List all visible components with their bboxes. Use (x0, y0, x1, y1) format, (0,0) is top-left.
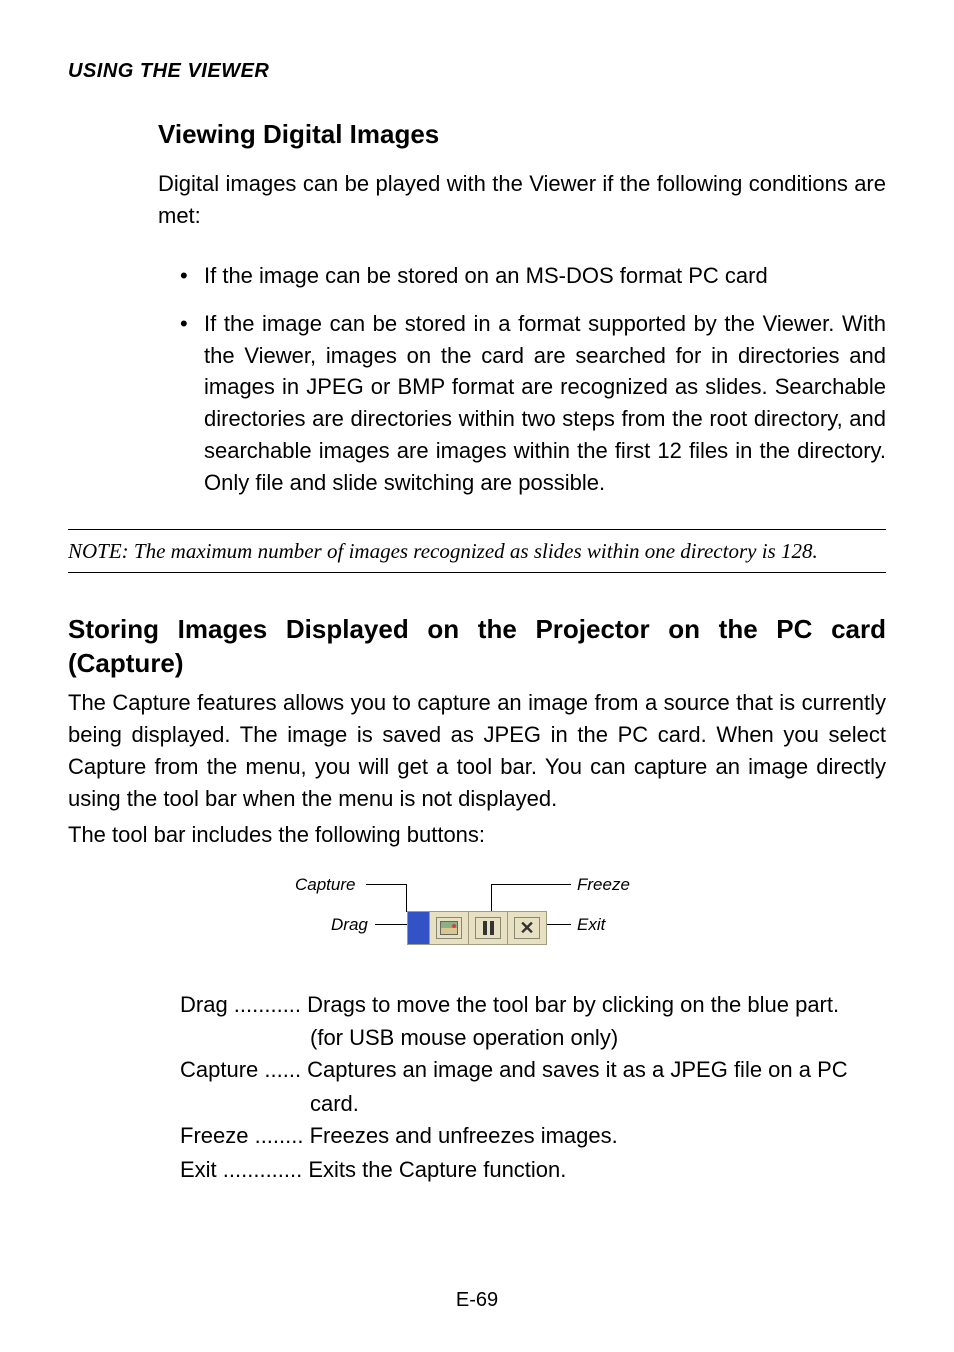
leader-line (375, 924, 407, 925)
list-item: If the image can be stored in a format s… (180, 308, 886, 499)
def-exit: Exit ............. Exits the Capture fun… (180, 1154, 886, 1186)
leader-line (366, 884, 406, 885)
def-freeze: Freeze ........ Freezes and unfreezes im… (180, 1120, 886, 1152)
def-capture: Capture ...... Captures an image and sav… (180, 1054, 886, 1086)
def-desc: Exits the Capture function. (308, 1154, 886, 1186)
label-exit: Exit (577, 915, 605, 935)
def-label: Exit ............. (180, 1154, 308, 1186)
def-desc-cont: (for USB mouse operation only) (310, 1022, 886, 1054)
def-desc: Captures an image and saves it as a JPEG… (307, 1054, 886, 1086)
toolbar-diagram: Capture Drag Freeze Exit ✕ (277, 871, 677, 961)
label-capture: Capture (295, 875, 355, 895)
capture-button[interactable] (430, 912, 469, 944)
leader-line (547, 924, 571, 925)
capture-icon (440, 921, 458, 935)
heading-viewing-digital-images: Viewing Digital Images (158, 119, 886, 150)
freeze-button[interactable] (469, 912, 508, 944)
toolbar-intro: The tool bar includes the following butt… (68, 819, 886, 851)
def-label: Freeze ........ (180, 1120, 310, 1152)
def-drag: Drag ........... Drags to move the tool … (180, 989, 886, 1021)
label-drag: Drag (331, 915, 368, 935)
def-desc: Freezes and unfreezes images. (310, 1120, 886, 1152)
page-number: E-69 (0, 1289, 954, 1312)
conditions-list: If the image can be stored on an MS-DOS … (180, 260, 886, 499)
def-desc: Drags to move the tool bar by clicking o… (307, 989, 886, 1021)
close-icon: ✕ (519, 919, 534, 937)
leader-line (491, 884, 492, 911)
capture-toolbar: ✕ (407, 911, 547, 945)
def-desc-cont: card. (310, 1088, 886, 1120)
leader-line (491, 884, 571, 885)
drag-handle[interactable] (408, 912, 430, 944)
list-item: If the image can be stored on an MS-DOS … (180, 260, 886, 292)
def-label: Drag ........... (180, 989, 307, 1021)
pause-icon (483, 921, 494, 935)
note-box: NOTE: The maximum number of images recog… (68, 529, 886, 573)
exit-button[interactable]: ✕ (508, 912, 546, 944)
definition-list: Drag ........... Drags to move the tool … (180, 989, 886, 1186)
capture-paragraph: The Capture features allows you to captu… (68, 687, 886, 815)
label-freeze: Freeze (577, 875, 630, 895)
heading-storing-images: Storing Images Displayed on the Projecto… (68, 613, 886, 681)
def-label: Capture ...... (180, 1054, 307, 1086)
section-header: USING THE VIEWER (68, 60, 886, 83)
intro-paragraph: Digital images can be played with the Vi… (158, 168, 886, 232)
leader-line (406, 884, 407, 911)
